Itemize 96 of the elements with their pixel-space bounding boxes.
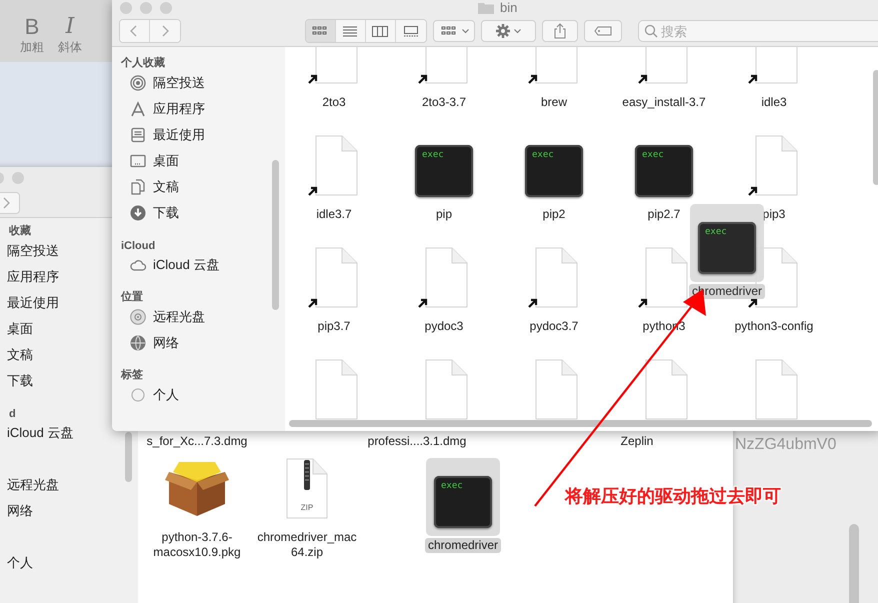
sidebar-item[interactable]: 最近使用 — [0, 290, 59, 316]
globe-icon — [130, 335, 146, 351]
chevron-right-icon — [2, 197, 10, 209]
sidebar-heading: iCloud — [120, 239, 156, 252]
tray-icon — [130, 127, 146, 143]
sidebar-item[interactable]: 最近使用 — [153, 126, 205, 144]
icon-text: ZIP — [300, 503, 314, 512]
text-fragment: NzZG4ubmV0 — [734, 435, 836, 455]
file-name[interactable]: 2to3-3.7 — [418, 95, 470, 110]
view-button[interactable] — [306, 20, 336, 42]
chevron-left-icon — [130, 25, 138, 37]
file-name: Zeplin — [620, 433, 654, 450]
tag-button[interactable] — [584, 20, 622, 42]
file-name[interactable]: pydoc3 — [422, 319, 466, 334]
documents-icon — [130, 179, 146, 195]
sidebar-item[interactable]: 个人 — [153, 386, 179, 404]
app-store-icon — [130, 101, 146, 117]
airdrop-icon — [130, 75, 146, 91]
icon-text: exec — [422, 150, 444, 162]
button-label: 斜体 — [58, 39, 82, 56]
selection-highlight[interactable]: exec — [426, 458, 500, 536]
share-icon — [552, 23, 567, 39]
file-name[interactable]: easy_install-3.7 — [619, 95, 709, 110]
file-name[interactable]: 2to3 — [319, 95, 349, 110]
icon-text: exec — [705, 227, 727, 239]
sidebar-item[interactable]: iCloud 云盘 — [153, 256, 220, 274]
sidebar-item[interactable]: iCloud 云盘 — [0, 420, 74, 446]
alias-document-icon — [638, 247, 690, 309]
sidebar-heading: d — [8, 407, 16, 420]
sidebar-heading: 个人收藏 — [120, 56, 165, 70]
alias-document-icon — [748, 135, 800, 197]
sidebar-item[interactable]: 桌面 — [0, 316, 33, 342]
file-name[interactable]: pydoc3.7 — [526, 319, 582, 334]
sidebar-heading: 位置 — [120, 290, 143, 304]
alias-document-icon — [308, 135, 360, 197]
sidebar-item[interactable]: 文稿 — [0, 342, 33, 368]
cloud-icon — [130, 257, 146, 273]
forward-button[interactable] — [0, 192, 20, 214]
sidebar-item[interactable]: 文稿 — [153, 178, 179, 196]
sidebar-item[interactable]: 应用程序 — [0, 264, 59, 290]
alias-document-icon — [418, 247, 470, 309]
file-name: professi....3.1.dmg — [366, 433, 468, 450]
file-name[interactable]: pip2.7 — [644, 207, 684, 222]
chevron-right-icon — [160, 25, 169, 37]
sidebar-item[interactable]: 应用程序 — [153, 100, 205, 118]
file-name[interactable]: pip2 — [540, 207, 568, 222]
caret-icon — [462, 28, 468, 34]
group-button[interactable] — [432, 20, 474, 42]
selection-highlight[interactable]: exec — [690, 204, 764, 282]
file-name[interactable]: pip — [432, 207, 455, 222]
tag-icon — [594, 26, 612, 36]
sidebar-item[interactable]: 网络 — [153, 334, 179, 352]
file-name[interactable]: idle3.7 — [313, 207, 355, 222]
search-icon — [644, 24, 658, 38]
sidebar-item[interactable]: 远程光盘 — [0, 472, 59, 498]
file-name[interactable]: chromedriver_mac64.zip — [254, 530, 360, 560]
sidebar-item[interactable]: 桌面 — [153, 152, 179, 170]
file-name[interactable]: python3-config — [732, 319, 816, 334]
sidebar-item[interactable]: 个人 — [0, 550, 33, 576]
sidebar-item[interactable]: 远程光盘 — [153, 308, 205, 326]
disc-icon — [130, 309, 146, 325]
file-name[interactable]: chromedriver — [424, 538, 502, 553]
bold-icon: B — [24, 15, 40, 39]
share-button[interactable] — [542, 20, 578, 42]
sidebar-item[interactable]: 隔空投送 — [0, 238, 59, 264]
action-button[interactable] — [480, 20, 536, 42]
alias-document-icon — [528, 247, 580, 309]
alias-document-icon — [308, 247, 360, 309]
caret-icon — [514, 28, 521, 34]
icon-text: exec — [441, 481, 463, 493]
window-title: bin — [500, 0, 518, 15]
download-icon — [130, 205, 146, 221]
file-name[interactable]: brew — [538, 95, 570, 110]
scrollbar — [125, 432, 132, 482]
tag-circle-icon — [130, 387, 146, 403]
settings-icon — [495, 23, 511, 39]
window-control — [12, 172, 24, 184]
view-switcher[interactable] — [304, 19, 426, 43]
sidebar-heading: 标签 — [120, 368, 143, 382]
icon-text: exec — [532, 150, 554, 162]
annotation-text: 将解压好的驱动拖过去即可 — [565, 485, 781, 508]
italic-icon: I — [66, 15, 74, 39]
file-name: s_for_Xc...7.3.dmg — [146, 433, 248, 450]
icon-text: exec — [642, 150, 664, 162]
file-name[interactable]: idle3 — [758, 95, 790, 110]
sidebar-item[interactable]: 下载 — [0, 368, 33, 394]
back-button[interactable] — [120, 20, 150, 42]
sidebar-item[interactable]: 隔空投送 — [153, 74, 205, 92]
file-name[interactable]: pip3.7 — [314, 319, 354, 334]
file-name[interactable]: python-3.7.6-macosx10.9.pkg — [144, 530, 250, 560]
monitor-icon — [130, 153, 146, 169]
search-field[interactable]: 搜索 — [638, 20, 878, 42]
sidebar-item[interactable]: 网络 — [0, 498, 33, 524]
sidebar-item[interactable]: 下载 — [153, 204, 179, 222]
sidebar-heading: 收藏 — [8, 224, 31, 238]
button-label: 加粗 — [20, 39, 44, 56]
